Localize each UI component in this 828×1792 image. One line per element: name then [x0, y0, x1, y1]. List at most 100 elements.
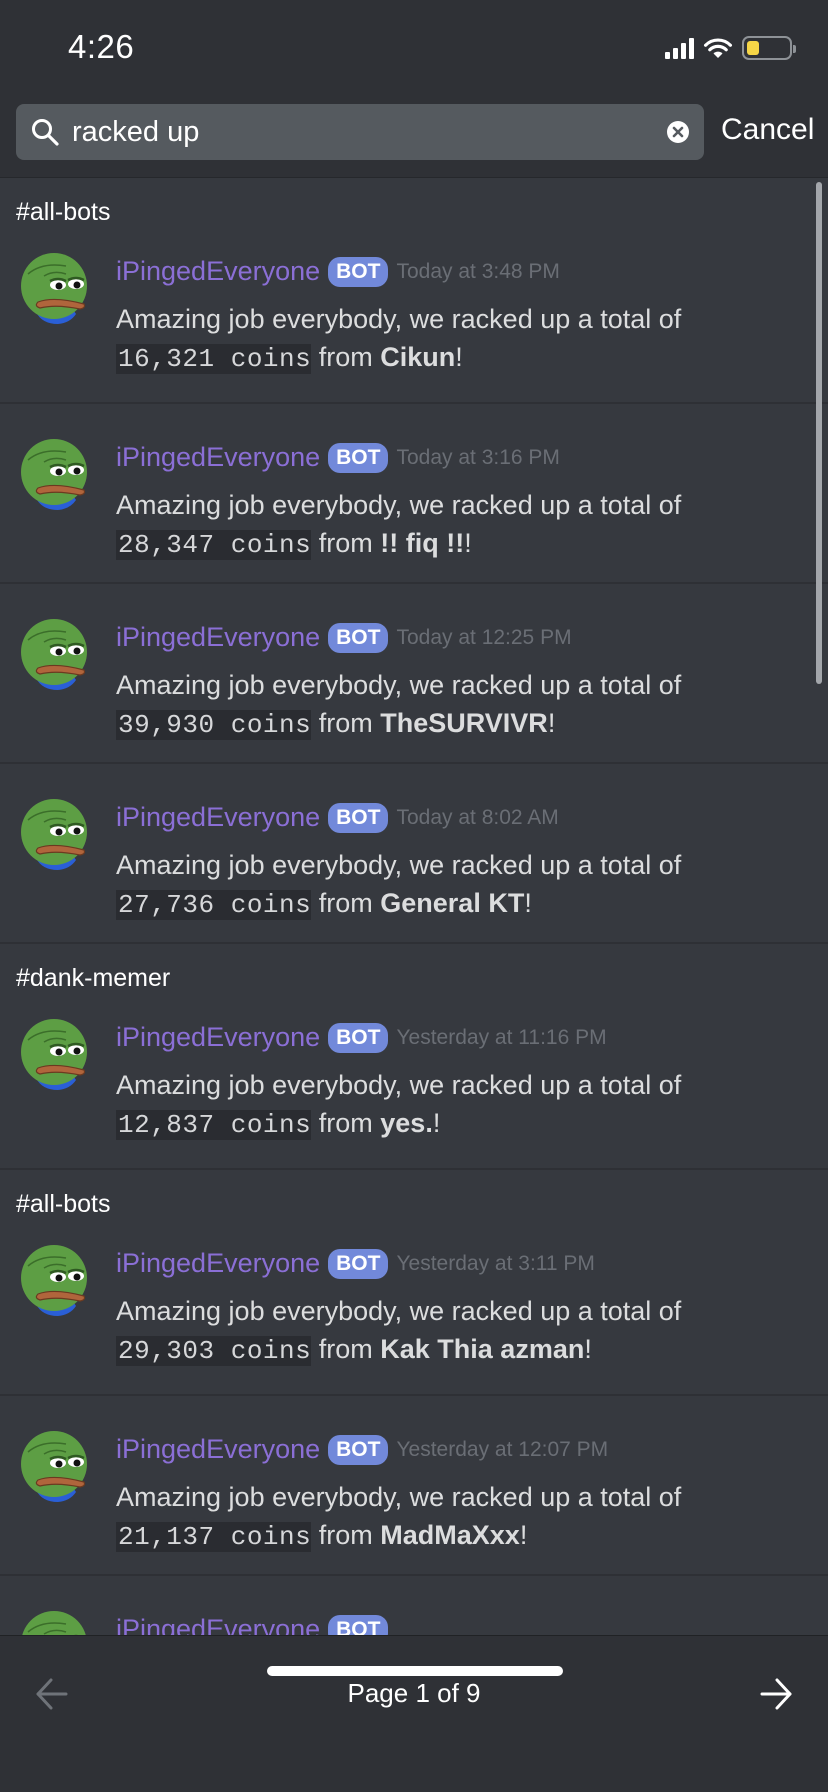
suffix: !: [432, 1108, 441, 1138]
search-result-message[interactable]: iPingedEveryone BOT Today at 8:02 AM Ama…: [0, 764, 828, 944]
coin-amount: 21,137 coins: [116, 1522, 312, 1552]
from-label: from: [318, 1334, 373, 1364]
search-result-message[interactable]: iPingedEveryone BOT: [0, 1576, 828, 1636]
timestamp: Yesterday at 3:11 PM: [396, 1251, 595, 1275]
username[interactable]: iPingedEveryone: [116, 1614, 320, 1636]
coin-amount: 12,837 coins: [116, 1110, 312, 1140]
message-text: Amazing job everybody, we racked up a to…: [116, 304, 682, 334]
coin-amount: 27,736 coins: [116, 890, 312, 920]
bot-badge: BOT: [328, 442, 389, 473]
donor-name: MadMaXxx: [380, 1520, 520, 1550]
timestamp: Today at 3:16 PM: [396, 445, 560, 469]
username[interactable]: iPingedEveryone: [116, 442, 320, 473]
bot-badge: BOT: [328, 256, 389, 287]
cancel-button[interactable]: Cancel: [721, 113, 814, 147]
bot-badge: BOT: [328, 1022, 389, 1053]
from-label: from: [318, 342, 373, 372]
suffix: !: [584, 1334, 592, 1364]
search-result-message[interactable]: iPingedEveryone BOT Yesterday at 11:16 P…: [0, 1000, 828, 1170]
message-text: Amazing job everybody, we racked up a to…: [116, 1482, 682, 1512]
from-label: from: [318, 1520, 373, 1550]
status-icons: [665, 36, 796, 60]
battery-low-icon: [742, 36, 796, 60]
avatar[interactable]: [14, 1012, 94, 1092]
avatar[interactable]: [14, 1604, 94, 1636]
donor-name: TheSURVIVR: [380, 708, 548, 738]
message-body: Amazing job everybody, we racked up a to…: [116, 486, 681, 564]
message-body: Amazing job everybody, we racked up a to…: [116, 846, 681, 924]
bot-badge: BOT: [328, 802, 389, 833]
coin-amount: 16,321 coins: [116, 344, 312, 374]
scrollbar[interactable]: [816, 182, 822, 684]
arrow-right-icon[interactable]: [758, 1676, 794, 1712]
donor-name: !! fiq !!: [380, 528, 465, 558]
avatar[interactable]: [14, 1424, 94, 1504]
avatar[interactable]: [14, 792, 94, 872]
avatar[interactable]: [14, 1238, 94, 1318]
suffix: !: [464, 528, 472, 558]
search-results-list[interactable]: #all-bots iPingedEveryone BOT Today at 3…: [0, 178, 828, 1636]
bot-badge: BOT: [328, 1614, 389, 1636]
timestamp: Yesterday at 11:16 PM: [396, 1025, 607, 1049]
donor-name: Cikun: [380, 342, 456, 372]
bot-badge: BOT: [328, 1434, 389, 1465]
suffix: !: [519, 1520, 528, 1550]
message-text: Amazing job everybody, we racked up a to…: [116, 490, 682, 520]
donor-name: General KT: [380, 888, 525, 918]
suffix: !: [455, 342, 463, 372]
message-body: Amazing job everybody, we racked up a to…: [116, 1066, 681, 1144]
avatar[interactable]: [14, 246, 94, 326]
timestamp: Yesterday at 12:07 PM: [396, 1437, 609, 1461]
suffix: !: [547, 708, 556, 738]
donor-name: Kak Thia azman: [380, 1334, 585, 1364]
username[interactable]: iPingedEveryone: [116, 1434, 320, 1465]
coin-amount: 39,930 coins: [116, 710, 312, 740]
home-indicator[interactable]: [267, 1666, 563, 1676]
search-result-message[interactable]: iPingedEveryone BOT Today at 12:25 PM Am…: [0, 584, 828, 764]
bot-badge: BOT: [328, 622, 389, 653]
coin-amount: 29,303 coins: [116, 1336, 312, 1366]
bot-badge: BOT: [328, 1248, 389, 1279]
search-result-message[interactable]: iPingedEveryone BOT Today at 3:16 PM Ama…: [0, 404, 828, 584]
message-body: Amazing job everybody, we racked up a to…: [116, 300, 681, 378]
avatar[interactable]: [14, 612, 94, 692]
username[interactable]: iPingedEveryone: [116, 1248, 320, 1279]
search-result-message[interactable]: iPingedEveryone BOT Today at 3:48 PM Ama…: [0, 234, 828, 404]
username[interactable]: iPingedEveryone: [116, 622, 320, 653]
from-label: from: [318, 888, 373, 918]
message-text: Amazing job everybody, we racked up a to…: [116, 1070, 682, 1100]
coin-amount: 28,347 coins: [116, 530, 312, 560]
timestamp: Today at 3:48 PM: [396, 259, 560, 283]
username[interactable]: iPingedEveryone: [116, 1022, 320, 1053]
from-label: from: [318, 1108, 373, 1138]
search-icon: [32, 119, 59, 146]
message-body: Amazing job everybody, we racked up a to…: [116, 1478, 681, 1556]
page-indicator: Page 1 of 9: [347, 1678, 481, 1708]
pagination-bar: Page 1 of 9: [0, 1635, 828, 1792]
username[interactable]: iPingedEveryone: [116, 802, 320, 833]
top-header: 4:26 Cancel: [0, 0, 828, 178]
wifi-icon: [704, 38, 732, 58]
username[interactable]: iPingedEveryone: [116, 256, 320, 287]
cellular-signal-icon: [665, 37, 694, 59]
channel-header[interactable]: #dank-memer: [0, 944, 828, 1000]
timestamp: Today at 8:02 AM: [396, 805, 559, 829]
channel-header[interactable]: #all-bots: [0, 1170, 828, 1226]
search-input[interactable]: [72, 115, 666, 149]
search-result-message[interactable]: iPingedEveryone BOT Yesterday at 12:07 P…: [0, 1396, 828, 1576]
donor-name: yes.: [380, 1108, 433, 1138]
message-text: Amazing job everybody, we racked up a to…: [116, 850, 682, 880]
message-text: Amazing job everybody, we racked up a to…: [116, 1296, 682, 1326]
from-label: from: [318, 528, 373, 558]
avatar[interactable]: [14, 432, 94, 512]
timestamp: Today at 12:25 PM: [396, 625, 572, 649]
search-result-message[interactable]: iPingedEveryone BOT Yesterday at 3:11 PM…: [0, 1226, 828, 1396]
message-body: Amazing job everybody, we racked up a to…: [116, 666, 681, 744]
search-bar[interactable]: [16, 104, 704, 160]
clear-x-icon[interactable]: [666, 120, 690, 144]
suffix: !: [524, 888, 532, 918]
message-text: Amazing job everybody, we racked up a to…: [116, 670, 682, 700]
status-time: 4:26: [68, 28, 135, 65]
from-label: from: [318, 708, 373, 738]
channel-header[interactable]: #all-bots: [0, 178, 828, 234]
